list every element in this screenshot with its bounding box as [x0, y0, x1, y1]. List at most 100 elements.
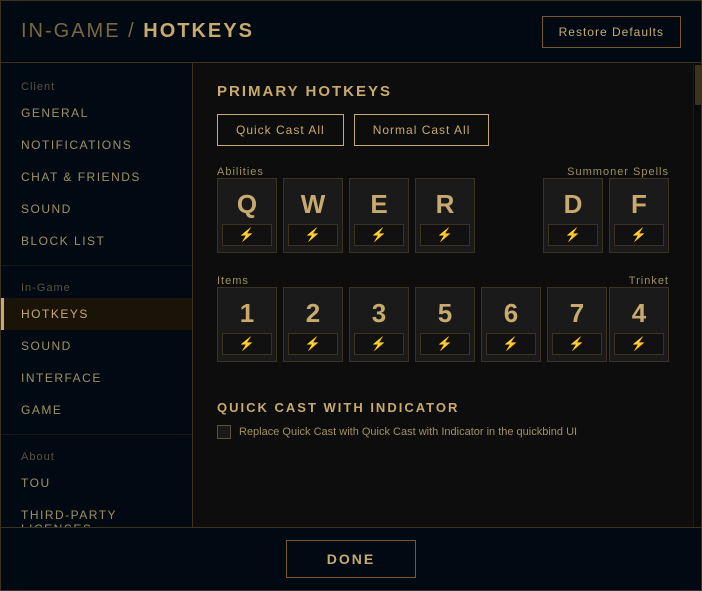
- key-bottom-7: ⚡: [552, 333, 602, 355]
- key-bottom-1: ⚡: [222, 333, 272, 355]
- key-bottom-e: ⚡: [354, 224, 404, 246]
- sidebar-item-block-list[interactable]: BLOCK LIST: [1, 225, 192, 257]
- lightning-icon-f: ⚡: [631, 227, 647, 243]
- ability-key-q[interactable]: Q ⚡: [217, 178, 277, 253]
- lightning-icon-w: ⚡: [305, 227, 321, 243]
- done-button[interactable]: DONE: [286, 540, 416, 578]
- trinket-group: Trinket 4 ⚡: [609, 275, 669, 362]
- breadcrumb: IN-GAME / HOTKEYS: [21, 20, 254, 43]
- summoner-key-f[interactable]: F ⚡: [609, 178, 669, 253]
- quick-cast-indicator-section: QUICK CAST WITH INDICATOR Replace Quick …: [217, 400, 669, 439]
- normal-cast-all-button[interactable]: Normal Cast All: [354, 114, 490, 146]
- sidebar-about-label: About: [1, 443, 192, 467]
- key-letter-5: 5: [438, 300, 452, 326]
- lightning-icon-2: ⚡: [305, 336, 321, 352]
- key-letter-7: 7: [570, 300, 584, 326]
- key-bottom-w: ⚡: [288, 224, 338, 246]
- key-letter-4: 4: [632, 300, 646, 326]
- sidebar-ingame-label: In-Game: [1, 274, 192, 298]
- trinket-label: Trinket: [629, 275, 669, 287]
- lightning-icon-3: ⚡: [371, 336, 387, 352]
- breadcrumb-bold: HOTKEYS: [143, 20, 254, 42]
- key-bottom-3: ⚡: [354, 333, 404, 355]
- key-letter-1: 1: [240, 300, 254, 326]
- sidebar-item-sound-client[interactable]: SOUND: [1, 193, 192, 225]
- item-key-6[interactable]: 6 ⚡: [481, 287, 541, 362]
- key-letter-d: D: [564, 191, 583, 217]
- lightning-icon-4: ⚡: [631, 336, 647, 352]
- summoner-keys: D ⚡ F ⚡: [543, 178, 669, 253]
- breadcrumb-light: IN-GAME: [21, 20, 121, 42]
- lightning-icon-5: ⚡: [437, 336, 453, 352]
- scrollbar[interactable]: [693, 63, 701, 527]
- lightning-icon-1: ⚡: [239, 336, 255, 352]
- trinket-key-4[interactable]: 4 ⚡: [609, 287, 669, 362]
- items-trinket-row: Items 1 ⚡ 2 ⚡: [217, 275, 669, 380]
- ability-key-w[interactable]: W ⚡: [283, 178, 343, 253]
- summoner-key-d[interactable]: D ⚡: [543, 178, 603, 253]
- item-keys: 1 ⚡ 2 ⚡: [217, 287, 607, 362]
- primary-hotkeys-title: PRIMARY HOTKEYS: [217, 83, 669, 100]
- summoner-group: Summoner Spells D ⚡ F ⚡: [543, 166, 669, 253]
- lightning-icon-q: ⚡: [239, 227, 255, 243]
- key-bottom-5: ⚡: [420, 333, 470, 355]
- key-bottom-d: ⚡: [548, 224, 598, 246]
- sidebar-item-tou[interactable]: TOU: [1, 467, 192, 499]
- lightning-icon-7: ⚡: [569, 336, 585, 352]
- quick-cast-checkbox[interactable]: [217, 425, 231, 439]
- key-letter-2: 2: [306, 300, 320, 326]
- sidebar-item-hotkeys[interactable]: HOTKEYS: [1, 298, 192, 330]
- sidebar-item-third-party[interactable]: THIRD-PARTY LICENSES: [1, 499, 192, 527]
- sidebar-item-notifications[interactable]: NOTIFICATIONS: [1, 129, 192, 161]
- trinket-keys: 4 ⚡: [609, 287, 669, 362]
- sidebar-item-chat-friends[interactable]: CHAT & FRIENDS: [1, 161, 192, 193]
- ability-keys: Q ⚡ W ⚡: [217, 178, 475, 253]
- sidebar-item-game[interactable]: GAME: [1, 394, 192, 426]
- key-letter-f: F: [631, 191, 647, 217]
- lightning-icon-6: ⚡: [503, 336, 519, 352]
- key-letter-3: 3: [372, 300, 386, 326]
- items-label: Items: [217, 275, 607, 287]
- header: IN-GAME / HOTKEYS Restore Defaults: [1, 1, 701, 63]
- key-letter-q: Q: [237, 191, 257, 217]
- sidebar-item-sound-ingame[interactable]: SOUND: [1, 330, 192, 362]
- lightning-icon-d: ⚡: [565, 227, 581, 243]
- key-letter-e: E: [370, 191, 387, 217]
- key-bottom-2: ⚡: [288, 333, 338, 355]
- item-key-7[interactable]: 7 ⚡: [547, 287, 607, 362]
- item-key-2[interactable]: 2 ⚡: [283, 287, 343, 362]
- key-letter-6: 6: [504, 300, 518, 326]
- breadcrumb-separator: /: [128, 20, 143, 42]
- sidebar-item-interface[interactable]: INTERFACE: [1, 362, 192, 394]
- sidebar-item-general[interactable]: GENERAL: [1, 97, 192, 129]
- abilities-group: Abilities Q ⚡ W ⚡: [217, 166, 475, 253]
- item-key-1[interactable]: 1 ⚡: [217, 287, 277, 362]
- sidebar-divider-1: [1, 265, 192, 266]
- lightning-icon-e: ⚡: [371, 227, 387, 243]
- item-key-5[interactable]: 5 ⚡: [415, 287, 475, 362]
- key-letter-r: R: [436, 191, 455, 217]
- summoner-label: Summoner Spells: [567, 166, 669, 178]
- key-letter-w: W: [301, 191, 326, 217]
- quick-cast-indicator-title: QUICK CAST WITH INDICATOR: [217, 400, 669, 415]
- sidebar-divider-2: [1, 434, 192, 435]
- quick-cast-all-button[interactable]: Quick Cast All: [217, 114, 344, 146]
- items-group: Items 1 ⚡ 2 ⚡: [217, 275, 607, 362]
- restore-defaults-button[interactable]: Restore Defaults: [542, 16, 681, 48]
- quick-cast-checkbox-label: Replace Quick Cast with Quick Cast with …: [239, 426, 577, 438]
- content-area: PRIMARY HOTKEYS Quick Cast All Normal Ca…: [193, 63, 693, 527]
- ability-key-r[interactable]: R ⚡: [415, 178, 475, 253]
- ability-key-e[interactable]: E ⚡: [349, 178, 409, 253]
- key-bottom-6: ⚡: [486, 333, 536, 355]
- abilities-label: Abilities: [217, 166, 475, 178]
- lightning-icon-r: ⚡: [437, 227, 453, 243]
- key-bottom-4: ⚡: [614, 333, 664, 355]
- sidebar-client-label: Client: [1, 73, 192, 97]
- key-bottom-r: ⚡: [420, 224, 470, 246]
- key-bottom-f: ⚡: [614, 224, 664, 246]
- scroll-thumb[interactable]: [695, 65, 701, 105]
- item-key-3[interactable]: 3 ⚡: [349, 287, 409, 362]
- abilities-summoner-row: Abilities Q ⚡ W ⚡: [217, 166, 669, 271]
- quick-cast-checkbox-row: Replace Quick Cast with Quick Cast with …: [217, 425, 669, 439]
- scroll-track: [694, 65, 701, 527]
